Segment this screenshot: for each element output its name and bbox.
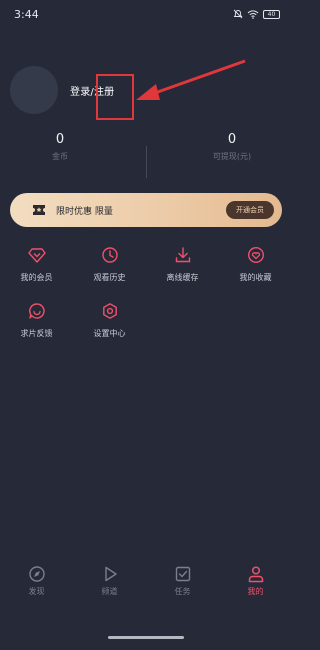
divider: [146, 146, 147, 178]
gear-icon: [102, 303, 117, 319]
menu-item-settings[interactable]: 设置中心: [73, 302, 146, 339]
menu-item-label: 观看历史: [93, 273, 126, 282]
diamond-icon: [27, 248, 46, 263]
tab-tasks[interactable]: 任务: [146, 565, 219, 597]
stat-label: 可提现(元): [212, 152, 252, 161]
wifi-icon: [247, 10, 259, 19]
tab-discover[interactable]: 发现: [0, 565, 73, 597]
person-icon: [248, 566, 263, 583]
tab-label: 任务: [174, 587, 191, 596]
tab-channel[interactable]: 频道: [73, 565, 146, 597]
avatar[interactable]: [10, 66, 58, 114]
ticket-icon: [33, 205, 45, 215]
heart-icon: [247, 246, 264, 264]
status-icons: 40: [233, 9, 280, 19]
task-icon: [175, 566, 190, 582]
tab-label: 发现: [28, 587, 45, 596]
play-icon: [104, 566, 117, 582]
system-nav-bar: [0, 618, 292, 650]
compass-icon: [28, 566, 45, 582]
stat-withdrawable[interactable]: 0 可提现(元): [182, 132, 282, 162]
stat-label: 金币: [52, 152, 68, 161]
stat-value: 0: [227, 132, 237, 147]
status-bar: 3:44 40: [0, 0, 292, 28]
tab-mine[interactable]: 我的: [219, 565, 292, 597]
vip-banner[interactable]: 限时优惠 限量 开通会员: [10, 193, 282, 227]
open-vip-button[interactable]: 开通会员: [226, 201, 274, 219]
menu-item-label: 我的收藏: [239, 273, 272, 282]
menu-item-favorites[interactable]: 我的收藏: [219, 246, 292, 283]
annotation-arrow-icon: [136, 59, 246, 100]
feedback-icon: [28, 303, 45, 319]
menu-item-feedback[interactable]: 求片反馈: [0, 302, 73, 339]
status-time: 3:44: [14, 7, 39, 21]
battery-icon: 40: [263, 9, 280, 19]
menu-item-label: 我的会员: [20, 273, 53, 282]
bottom-tab-bar: 发现 频道 任务 我的: [0, 565, 292, 605]
stat-coins[interactable]: 0 金币: [10, 132, 110, 162]
annotation-highlight-box: [96, 74, 134, 120]
tab-label: 我的: [247, 587, 264, 596]
menu-item-label: 离线缓存: [166, 273, 199, 282]
vip-promo-text: 限时优惠 限量: [56, 206, 113, 217]
menu-item-label: 设置中心: [93, 329, 126, 338]
tab-label: 频道: [101, 587, 118, 596]
menu-item-vip[interactable]: 我的会员: [0, 246, 73, 283]
menu-item-offline-cache[interactable]: 离线缓存: [146, 246, 219, 283]
menu-item-label: 求片反馈: [20, 329, 53, 338]
menu-item-history[interactable]: 观看历史: [73, 246, 146, 283]
mute-bell-icon: [233, 9, 243, 19]
gesture-handle[interactable]: [108, 636, 184, 639]
clock-icon: [101, 247, 118, 263]
download-icon: [175, 247, 190, 263]
stat-value: 0: [55, 132, 65, 147]
